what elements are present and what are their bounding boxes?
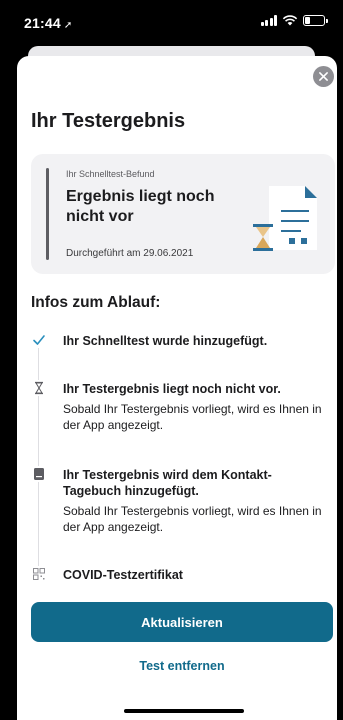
- remove-test-button[interactable]: Test entfernen: [31, 652, 333, 680]
- step-description: Sobald Ihr Testergebnis vorliegt, wird e…: [63, 402, 322, 432]
- refresh-button[interactable]: Aktualisieren: [31, 602, 333, 642]
- steps-heading: Infos zum Ablauf:: [31, 294, 161, 311]
- card-label: Ihr Schnelltest-Befund: [66, 169, 155, 179]
- book-icon: [31, 466, 47, 482]
- step-title: Ihr Schnelltest wurde hinzugefügt.: [63, 334, 268, 348]
- step-title: COVID-Testzertifikat: [63, 568, 183, 582]
- wifi-icon: [282, 15, 298, 26]
- battery-icon: [303, 15, 328, 26]
- battery-level-fill: [305, 17, 311, 24]
- performed-date: Durchgeführt am 29.06.2021: [66, 248, 194, 259]
- location-arrow-icon: ➚: [63, 20, 73, 31]
- page-title: Ihr Testergebnis: [31, 110, 186, 132]
- test-result-sheet: Ihr Testergebnis Ihr Schnelltest-Befund …: [17, 56, 337, 720]
- card-accent-bar: [46, 168, 49, 260]
- close-button[interactable]: [313, 66, 334, 87]
- status-bar: 21:44 ➚: [0, 0, 343, 44]
- cellular-signal-icon: [260, 15, 277, 26]
- qr-code-icon: [31, 566, 47, 582]
- step-title: Ihr Testergebnis wird dem Kontakt-Tagebu…: [63, 468, 272, 498]
- result-status: Ergebnis liegt noch nicht vor: [66, 188, 215, 225]
- home-indicator[interactable]: [124, 709, 244, 713]
- document-hourglass-illustration: [253, 186, 317, 251]
- hourglass-icon: [31, 380, 47, 396]
- close-icon: [319, 72, 328, 81]
- status-time: 21:44 ➚: [24, 15, 72, 31]
- timeline-line: [38, 334, 39, 578]
- step-title: Ihr Testergebnis liegt noch nicht vor.: [63, 382, 281, 396]
- result-card: Ihr Schnelltest-Befund Ergebnis liegt no…: [31, 154, 335, 274]
- step-description: Sobald Ihr Testergebnis vorliegt, wird e…: [63, 504, 322, 534]
- status-icons: [260, 15, 328, 26]
- clock-text: 21:44: [24, 15, 61, 31]
- checkmark-icon: [31, 332, 47, 348]
